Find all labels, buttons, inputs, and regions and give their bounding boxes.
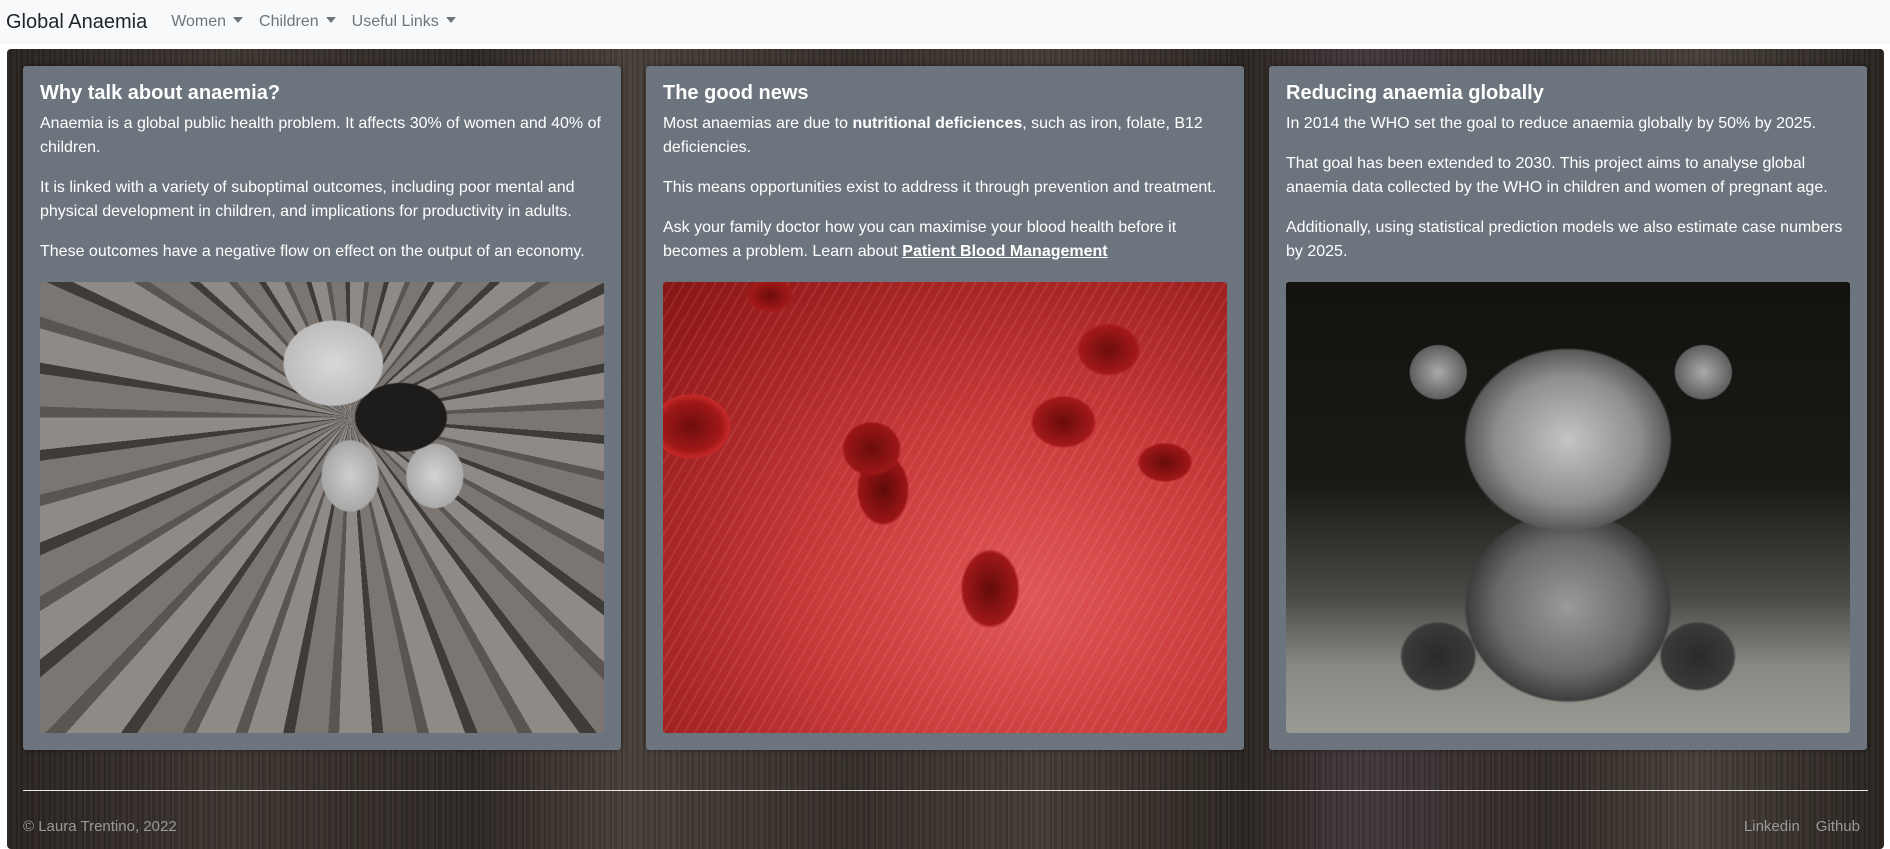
caret-down-icon bbox=[233, 17, 244, 23]
nav-item-label: Useful Links bbox=[351, 13, 439, 30]
github-link[interactable]: Github bbox=[1816, 818, 1860, 835]
bold-text: nutritional deficiences bbox=[852, 115, 1023, 132]
footer-links: Linkedin Github bbox=[1744, 818, 1860, 835]
card-title: The good news bbox=[663, 82, 809, 104]
card-title: Reducing anaemia globally bbox=[1286, 82, 1544, 104]
card-paragraph: It is linked with a variety of suboptima… bbox=[40, 179, 575, 220]
caret-down-icon bbox=[325, 17, 336, 23]
card-paragraph: Additionally, using statistical predicti… bbox=[1286, 219, 1843, 260]
brand-logo[interactable]: Global Anaemia bbox=[6, 11, 147, 34]
caret-down-icon bbox=[445, 17, 456, 23]
card-paragraph: Anaemia is a global public health proble… bbox=[40, 115, 601, 156]
blood-cells-image bbox=[663, 282, 1227, 733]
card-paragraph: Ask your family doctor how you can maxim… bbox=[663, 216, 1227, 264]
patient-blood-management-link[interactable]: Patient Blood Management bbox=[902, 243, 1107, 260]
card-paragraph: In 2014 the WHO set the goal to reduce a… bbox=[1286, 115, 1817, 132]
text-segment: Most anaemias are due to bbox=[663, 115, 853, 132]
top-navbar: Global Anaemia Women Children Useful Lin… bbox=[0, 0, 1890, 44]
linkedin-link[interactable]: Linkedin bbox=[1744, 818, 1800, 835]
nav-item-label: Children bbox=[259, 13, 319, 30]
card-good-news: The good news Most anaemias are due to n… bbox=[646, 66, 1244, 750]
footer-divider bbox=[23, 790, 1868, 791]
nav-dropdown-useful-links[interactable]: Useful Links bbox=[352, 13, 456, 31]
card-title: Why talk about anaemia? bbox=[40, 82, 281, 104]
card-reducing-anaemia: Reducing anaemia globally In 2014 the WH… bbox=[1269, 66, 1867, 750]
footer-copyright: © Laura Trentino, 2022 bbox=[23, 818, 177, 835]
card-paragraph: Most anaemias are due to nutritional def… bbox=[663, 112, 1227, 160]
nav-dropdown-women[interactable]: Women bbox=[171, 13, 244, 31]
girl-on-stairs-image bbox=[40, 282, 604, 733]
nav-dropdown-children[interactable]: Children bbox=[259, 13, 336, 31]
card-paragraph: That goal has been extended to 2030. Thi… bbox=[1286, 155, 1828, 196]
card-paragraph: This means opportunities exist to addres… bbox=[663, 179, 1217, 196]
card-paragraph: These outcomes have a negative flow on e… bbox=[40, 243, 585, 260]
card-why-talk: Why talk about anaemia? Anaemia is a glo… bbox=[23, 66, 621, 750]
teddy-bear-image bbox=[1286, 282, 1850, 733]
nav-item-label: Women bbox=[171, 13, 227, 30]
